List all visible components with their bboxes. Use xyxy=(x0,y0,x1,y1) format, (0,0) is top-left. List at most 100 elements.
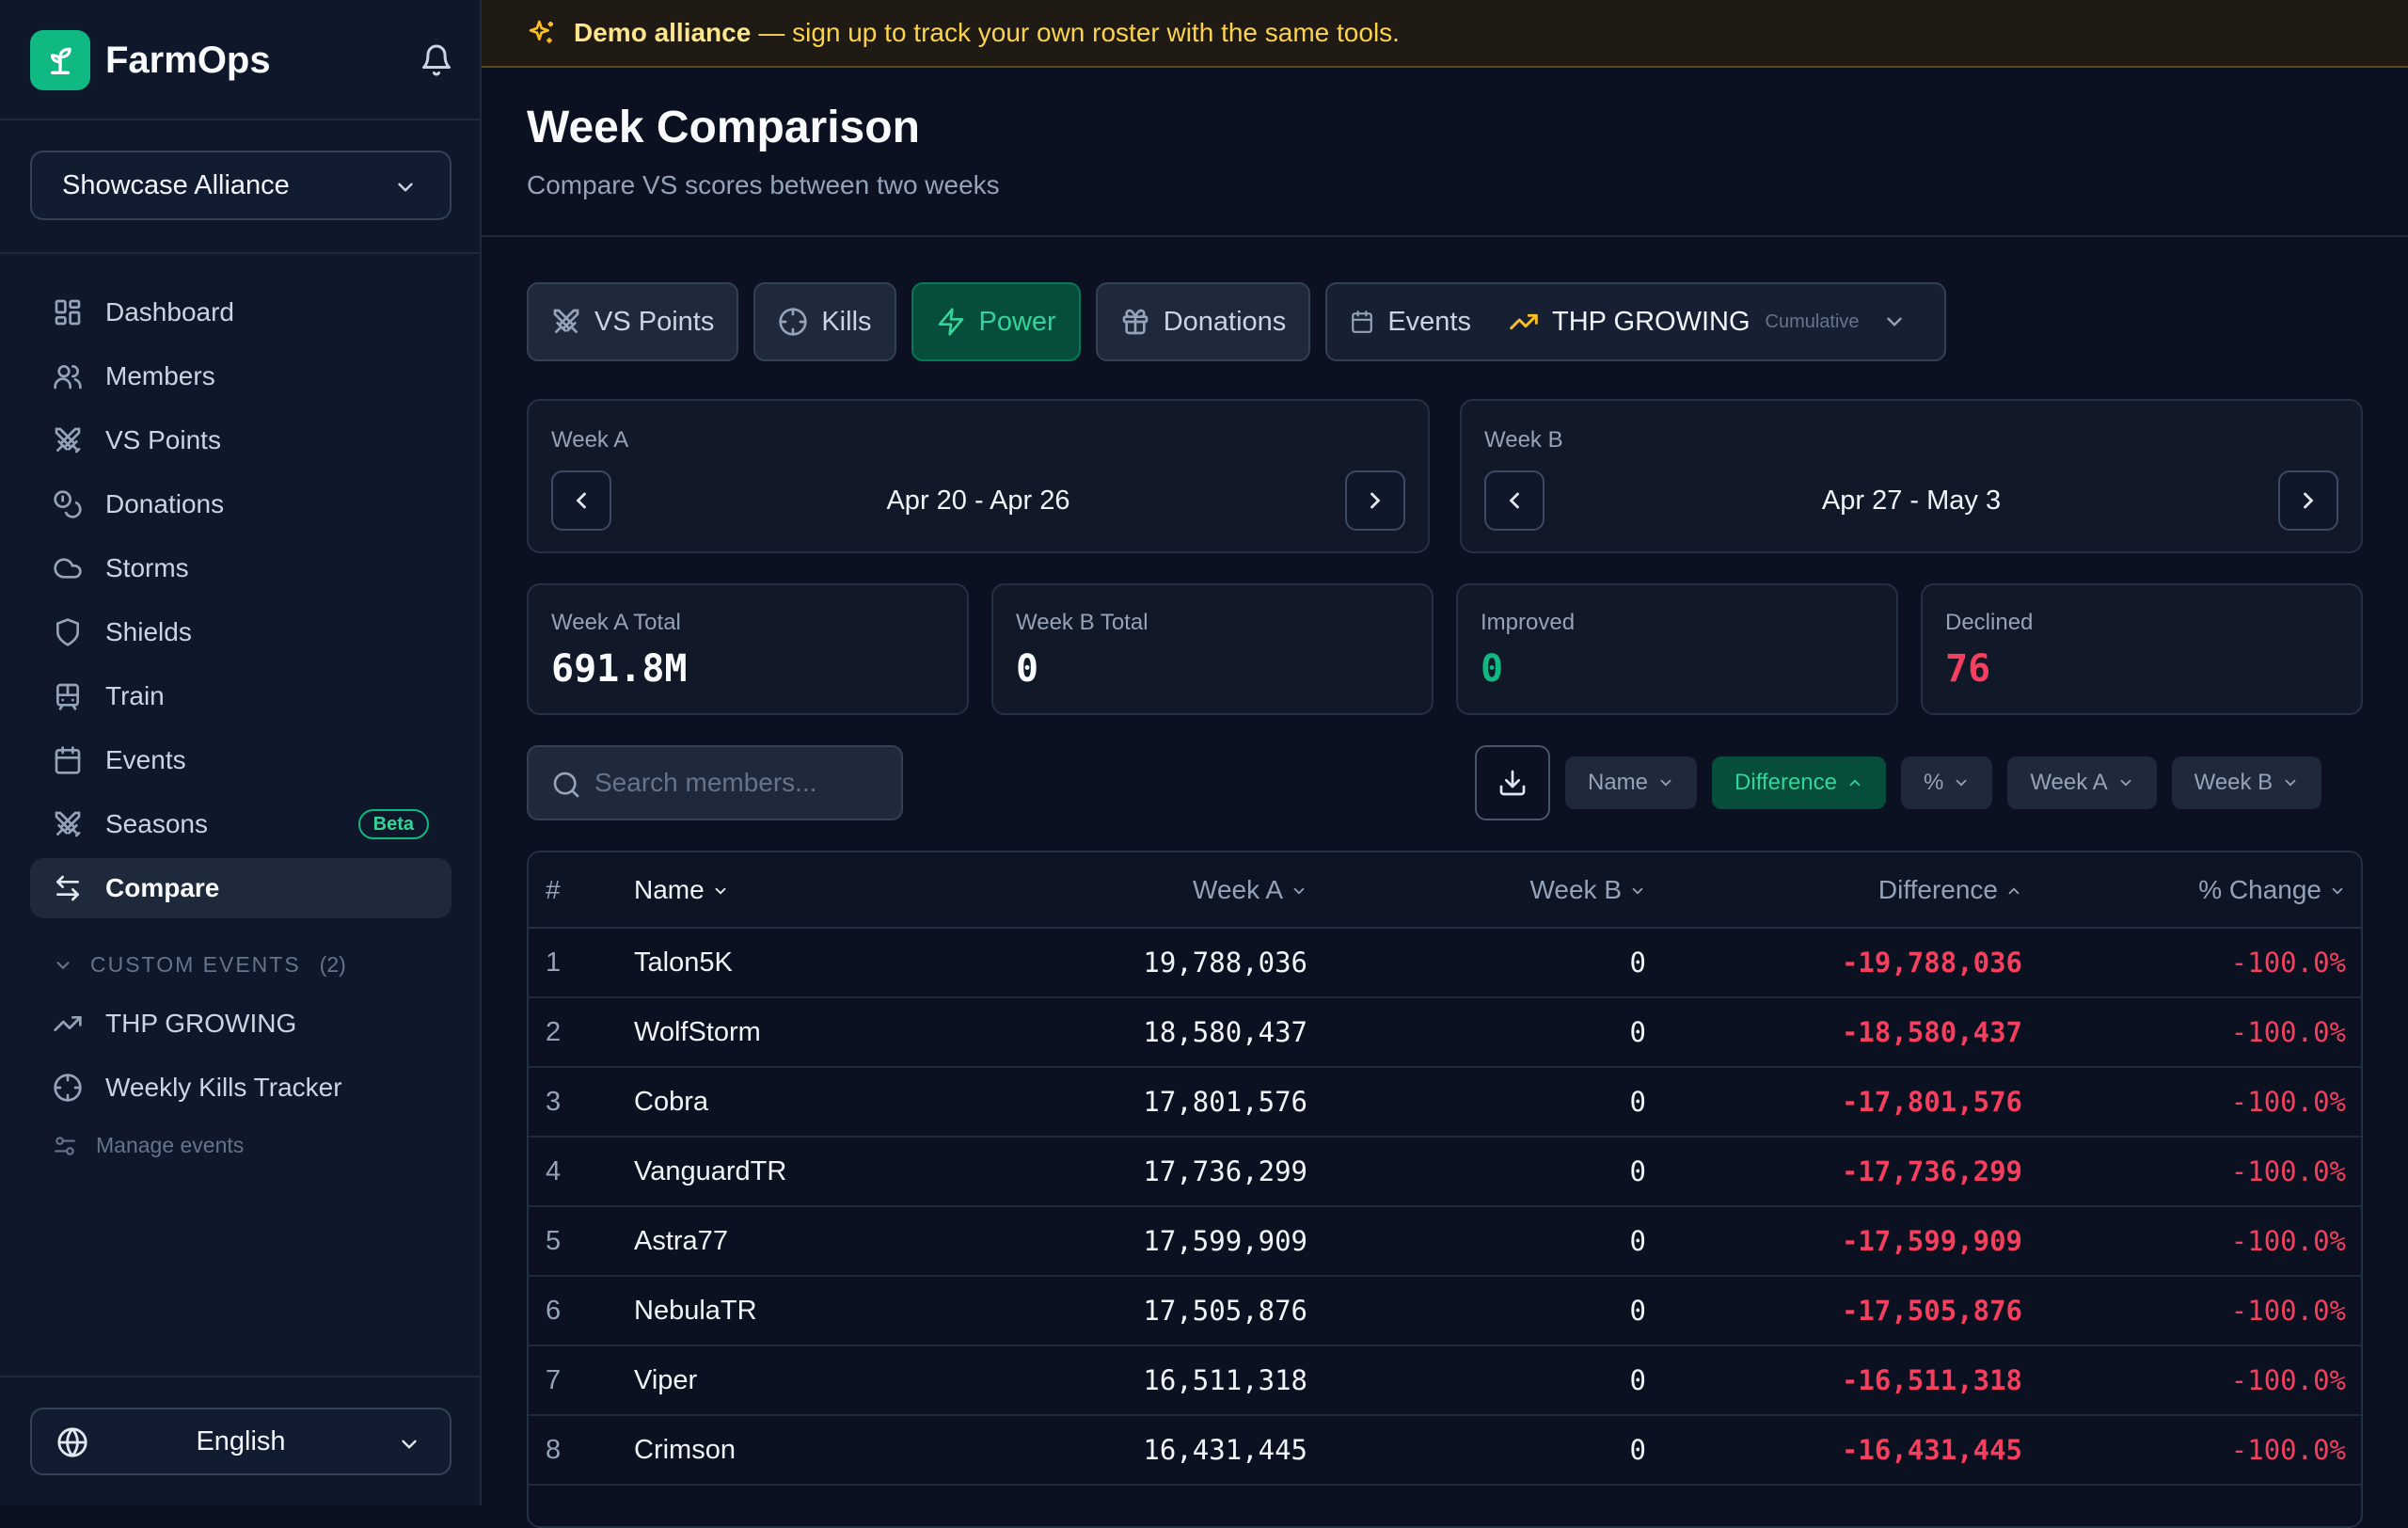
sort-week-b-button[interactable]: Week B xyxy=(2171,756,2322,809)
custom-events-heading: CUSTOM EVENTS xyxy=(90,952,301,977)
table-row[interactable]: 1 Talon5K 19,788,036 0 -19,788,036 -100.… xyxy=(529,928,2361,998)
table-row[interactable]: 7 Viper 16,511,318 0 -16,511,318 -100.0% xyxy=(529,1345,2361,1416)
nav-members[interactable]: Members xyxy=(30,346,452,406)
search-input[interactable] xyxy=(594,768,877,798)
col-name-header[interactable]: Name xyxy=(634,852,912,929)
nav-events[interactable]: Events xyxy=(30,730,452,790)
tab-label: Donations xyxy=(1163,306,1287,337)
sort-label: Difference xyxy=(1735,770,1837,795)
alliance-select[interactable]: Showcase Alliance xyxy=(30,151,452,220)
tab-power[interactable]: Power xyxy=(911,282,1081,361)
week-a-card: Week A Apr 20 - Apr 26 xyxy=(527,399,1430,553)
sort-difference-button[interactable]: Difference xyxy=(1712,756,1886,809)
custom-events-toggle[interactable]: CUSTOM EVENTS (2) xyxy=(53,952,346,978)
tab-label: Power xyxy=(978,306,1056,337)
language-select[interactable]: English xyxy=(30,1408,452,1475)
table-row[interactable]: 2 WolfStorm 18,580,437 0 -18,580,437 -10… xyxy=(529,997,2361,1068)
cell-name: WolfStorm xyxy=(634,997,912,1068)
table-row[interactable]: 8 Crimson 16,431,445 0 -16,431,445 -100.… xyxy=(529,1415,2361,1486)
sort-percent-button[interactable]: % xyxy=(1900,756,1993,809)
stat-week-b-total: Week B Total 0 xyxy=(991,583,1434,715)
nav-custom-weekly-kills[interactable]: Weekly Kills Tracker xyxy=(30,1058,452,1118)
sort-options: Name Difference % Week A Week B xyxy=(1565,756,2322,809)
nav-label: Dashboard xyxy=(105,297,234,326)
gift-icon xyxy=(1120,307,1150,337)
col-difference-header[interactable]: Difference xyxy=(1646,852,2022,929)
cell-pct: -100.0% xyxy=(2022,1276,2361,1346)
sort-label: % xyxy=(1923,770,1944,795)
zap-icon xyxy=(936,307,966,337)
cell-difference: -17,801,576 xyxy=(1646,1067,2022,1138)
tab-label: Kills xyxy=(821,306,872,337)
table-row[interactable]: 5 Astra77 17,599,909 0 -17,599,909 -100.… xyxy=(529,1206,2361,1277)
cell-week-b: 0 xyxy=(1307,1067,1646,1138)
nav-compare[interactable]: Compare xyxy=(30,858,452,918)
nav-label: Shields xyxy=(105,617,192,646)
bell-icon[interactable] xyxy=(420,43,453,77)
page-title: Week Comparison xyxy=(527,103,920,152)
cell-week-b: 0 xyxy=(1307,928,1646,998)
nav-storms[interactable]: Storms xyxy=(30,538,452,598)
col-pct-header[interactable]: % Change xyxy=(2022,852,2361,929)
chevron-down-icon xyxy=(2117,774,2134,791)
col-week-b-header[interactable]: Week B xyxy=(1307,852,1646,929)
tab-kills[interactable]: Kills xyxy=(753,282,896,361)
download-button[interactable] xyxy=(1475,745,1550,820)
train-icon xyxy=(53,681,83,711)
cell-week-a: 19,788,036 xyxy=(912,928,1307,998)
alliance-name: Showcase Alliance xyxy=(62,169,290,200)
nav-label: THP GROWING xyxy=(105,1009,297,1038)
tab-donations[interactable]: Donations xyxy=(1095,282,1311,361)
cell-week-b: 0 xyxy=(1307,1206,1646,1277)
sort-name-button[interactable]: Name xyxy=(1565,756,1698,809)
sprout-logo-icon[interactable] xyxy=(30,30,90,90)
nav-train[interactable]: Train xyxy=(30,666,452,726)
event-type-tag: Cumulative xyxy=(1765,310,1860,332)
sidebar-divider xyxy=(0,1376,480,1377)
table-row[interactable]: 3 Cobra 17,801,576 0 -17,801,576 -100.0% xyxy=(529,1067,2361,1138)
tab-events-select[interactable]: Events THP GROWING Cumulative xyxy=(1325,282,1946,361)
col-label: Week A xyxy=(1193,874,1283,904)
cell-pct: -100.0% xyxy=(2022,1137,2361,1207)
nav-custom-thp-growing[interactable]: THP GROWING xyxy=(30,994,452,1054)
cell-difference: -17,505,876 xyxy=(1646,1276,2022,1346)
stat-label: Declined xyxy=(1945,610,2034,635)
cell-rank: 6 xyxy=(529,1276,634,1346)
crosshair-icon xyxy=(53,1073,83,1103)
col-rank: # xyxy=(529,852,634,929)
cell-rank: 3 xyxy=(529,1067,634,1138)
nav-donations[interactable]: Donations xyxy=(30,474,452,534)
manage-events-link[interactable]: Manage events xyxy=(53,1133,244,1158)
swords-icon xyxy=(53,425,83,455)
sparkles-icon xyxy=(527,18,557,48)
nav-label: VS Points xyxy=(105,425,221,454)
cell-week-a: 17,801,576 xyxy=(912,1067,1307,1138)
chevron-down-icon xyxy=(1953,774,1970,791)
nav-dashboard[interactable]: Dashboard xyxy=(30,282,452,342)
sliders-icon xyxy=(53,1134,77,1158)
cell-pct: -100.0% xyxy=(2022,928,2361,998)
cell-pct: -100.0% xyxy=(2022,1206,2361,1277)
users-icon xyxy=(53,361,83,391)
table-row[interactable]: 6 NebulaTR 17,505,876 0 -17,505,876 -100… xyxy=(529,1276,2361,1346)
nav-label: Storms xyxy=(105,553,189,582)
sort-label: Week A xyxy=(2030,770,2108,795)
download-icon xyxy=(1497,768,1528,798)
cell-name: Astra77 xyxy=(634,1206,912,1277)
stat-label: Week A Total xyxy=(551,610,681,635)
chevron-up-icon xyxy=(1846,774,1863,791)
tab-vs-points[interactable]: VS Points xyxy=(527,282,739,361)
col-week-a-header[interactable]: Week A xyxy=(912,852,1307,929)
sort-week-a-button[interactable]: Week A xyxy=(2007,756,2157,809)
chevron-right-icon xyxy=(1362,487,1388,514)
week-a-next-button[interactable] xyxy=(1345,470,1405,531)
cell-difference: -16,431,445 xyxy=(1646,1415,2022,1486)
week-b-next-button[interactable] xyxy=(2278,470,2338,531)
table-row[interactable]: 4 VanguardTR 17,736,299 0 -17,736,299 -1… xyxy=(529,1137,2361,1207)
nav-vs-points[interactable]: VS Points xyxy=(30,410,452,470)
nav-seasons[interactable]: Seasons Beta xyxy=(30,794,452,854)
cell-week-a: 17,505,876 xyxy=(912,1276,1307,1346)
cell-week-b: 0 xyxy=(1307,1345,1646,1416)
week-a-range: Apr 20 - Apr 26 xyxy=(886,485,1070,516)
nav-shields[interactable]: Shields xyxy=(30,602,452,662)
